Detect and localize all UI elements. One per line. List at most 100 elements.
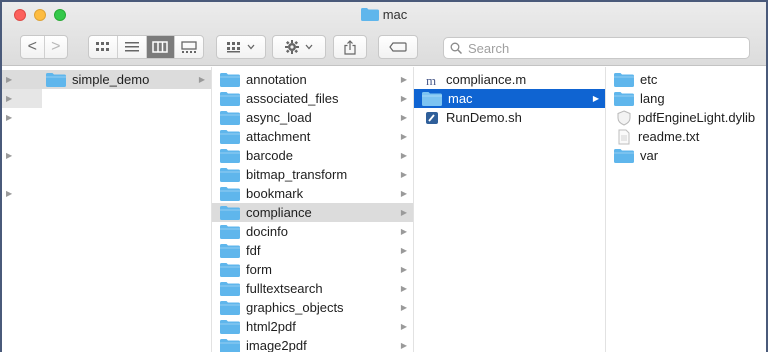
- chevron-right-icon: ▶: [400, 170, 407, 179]
- folder-item[interactable]: fulltextsearch ▶: [212, 279, 413, 298]
- folder-icon: [220, 110, 240, 125]
- folder-icon: [220, 148, 240, 163]
- chevron-right-icon: ▶: [400, 75, 407, 84]
- chevron-right-icon: ▶: [400, 284, 407, 293]
- tags-button[interactable]: [378, 35, 418, 59]
- folder-icon: [614, 72, 634, 87]
- folder-icon: [220, 167, 240, 182]
- folder-item[interactable]: form ▶: [212, 260, 413, 279]
- action-button[interactable]: [272, 35, 326, 59]
- list-view-icon: [124, 42, 139, 52]
- item-name: fdf: [246, 243, 261, 258]
- item-name: graphics_objects: [246, 300, 344, 315]
- titlebar: mac < > Search: [2, 2, 766, 66]
- folder-item[interactable]: compliance ▶: [212, 203, 413, 222]
- item-name: var: [640, 148, 659, 163]
- tag-icon: [389, 42, 407, 52]
- folder-icon: [220, 243, 240, 258]
- folder-item[interactable]: attachment ▶: [212, 127, 413, 146]
- column-3: m compliance.m mac ▶ RunDemo.sh: [414, 67, 606, 352]
- chevron-right-icon: ▶: [400, 246, 407, 255]
- chevron-right-icon: ▶: [400, 322, 407, 331]
- folder-item[interactable]: bitmap_transform ▶: [212, 165, 413, 184]
- chevron-right-icon: ▶: [400, 341, 407, 350]
- folder-item[interactable]: image2pdf ▶: [212, 336, 413, 352]
- folder-item[interactable]: bookmark ▶: [212, 184, 413, 203]
- item-name: image2pdf: [246, 338, 307, 352]
- folder-icon: [220, 129, 240, 144]
- column-view-button[interactable]: [146, 36, 176, 58]
- item-name: lang: [640, 91, 665, 106]
- disclosure-arrow-icon: ▶: [2, 89, 42, 108]
- share-button[interactable]: [333, 35, 367, 59]
- folder-item[interactable]: ▶ simple_demo ▶: [2, 70, 211, 89]
- chevron-right-icon: ▶: [400, 303, 407, 312]
- folder-item[interactable]: fdf ▶: [212, 241, 413, 260]
- folder-icon: [220, 300, 240, 315]
- item-name: readme.txt: [638, 129, 700, 144]
- window-title-text: mac: [382, 7, 408, 22]
- disclosure-arrow-icon: ▶: [6, 189, 13, 198]
- folder-icon: [614, 91, 634, 106]
- gear-icon: [285, 40, 299, 54]
- back-button[interactable]: <: [21, 36, 45, 58]
- item-name: annotation: [246, 72, 307, 87]
- list-view-button[interactable]: [118, 36, 147, 58]
- folder-item[interactable]: var: [606, 146, 766, 165]
- item-name: form: [246, 262, 272, 277]
- item-name: etc: [640, 72, 658, 87]
- folder-item[interactable]: mac ▶: [414, 89, 605, 108]
- column-4: etc lang pdfEngineLight.dylib readme.txt var: [606, 67, 766, 352]
- folder-item[interactable]: lang: [606, 89, 766, 108]
- item-name: docinfo: [246, 224, 288, 239]
- gallery-view-button[interactable]: [175, 36, 203, 58]
- chevron-down-icon: [305, 44, 313, 50]
- folder-item[interactable]: barcode ▶: [212, 146, 413, 165]
- matlab-file-icon: m: [426, 73, 436, 88]
- search-field[interactable]: Search: [443, 37, 750, 59]
- search-placeholder: Search: [468, 40, 510, 56]
- chevron-right-icon: ▶: [400, 151, 407, 160]
- item-name: compliance: [246, 205, 312, 220]
- icon-view-button[interactable]: [89, 36, 118, 58]
- text-file-icon: [618, 129, 630, 144]
- item-name: compliance.m: [446, 72, 527, 87]
- chevron-right-icon: ▶: [400, 113, 407, 122]
- item-name: attachment: [246, 129, 311, 144]
- disclosure-arrow-icon: ▶: [6, 75, 13, 84]
- folder-icon: [220, 72, 240, 87]
- item-name: bookmark: [246, 186, 304, 201]
- group-by-icon: [227, 42, 240, 53]
- file-item[interactable]: m compliance.m: [414, 70, 605, 89]
- item-name: simple_demo: [72, 72, 150, 87]
- file-item[interactable]: RunDemo.sh: [414, 108, 605, 127]
- group-by-button[interactable]: [216, 35, 266, 59]
- folder-icon: [220, 319, 240, 334]
- chevron-right-icon: ▶: [400, 208, 407, 217]
- folder-item[interactable]: annotation ▶: [212, 70, 413, 89]
- folder-item[interactable]: html2pdf ▶: [212, 317, 413, 336]
- folder-item[interactable]: docinfo ▶: [212, 222, 413, 241]
- nav-buttons: < >: [20, 35, 68, 59]
- view-mode-control: [88, 35, 204, 59]
- item-name: mac: [448, 91, 473, 106]
- chevron-down-icon: [247, 44, 255, 50]
- column-2: annotation ▶ associated_files ▶ async_load ▶ a…: [212, 67, 414, 352]
- library-file-icon: [617, 109, 631, 126]
- folder-item[interactable]: etc: [606, 70, 766, 89]
- file-item[interactable]: pdfEngineLight.dylib: [606, 108, 766, 127]
- folder-icon: [220, 224, 240, 239]
- folder-icon: [220, 281, 240, 296]
- item-name: barcode: [246, 148, 293, 163]
- item-name: RunDemo.sh: [446, 110, 522, 125]
- gallery-view-icon: [181, 41, 197, 53]
- folder-item[interactable]: graphics_objects ▶: [212, 298, 413, 317]
- folder-icon: [46, 72, 66, 87]
- item-name: async_load: [246, 110, 312, 125]
- folder-item[interactable]: async_load ▶: [212, 108, 413, 127]
- folder-item[interactable]: associated_files ▶: [212, 89, 413, 108]
- file-item[interactable]: readme.txt: [606, 127, 766, 146]
- shell-script-icon: [426, 111, 438, 124]
- forward-button[interactable]: >: [45, 36, 68, 58]
- folder-icon: [220, 91, 240, 106]
